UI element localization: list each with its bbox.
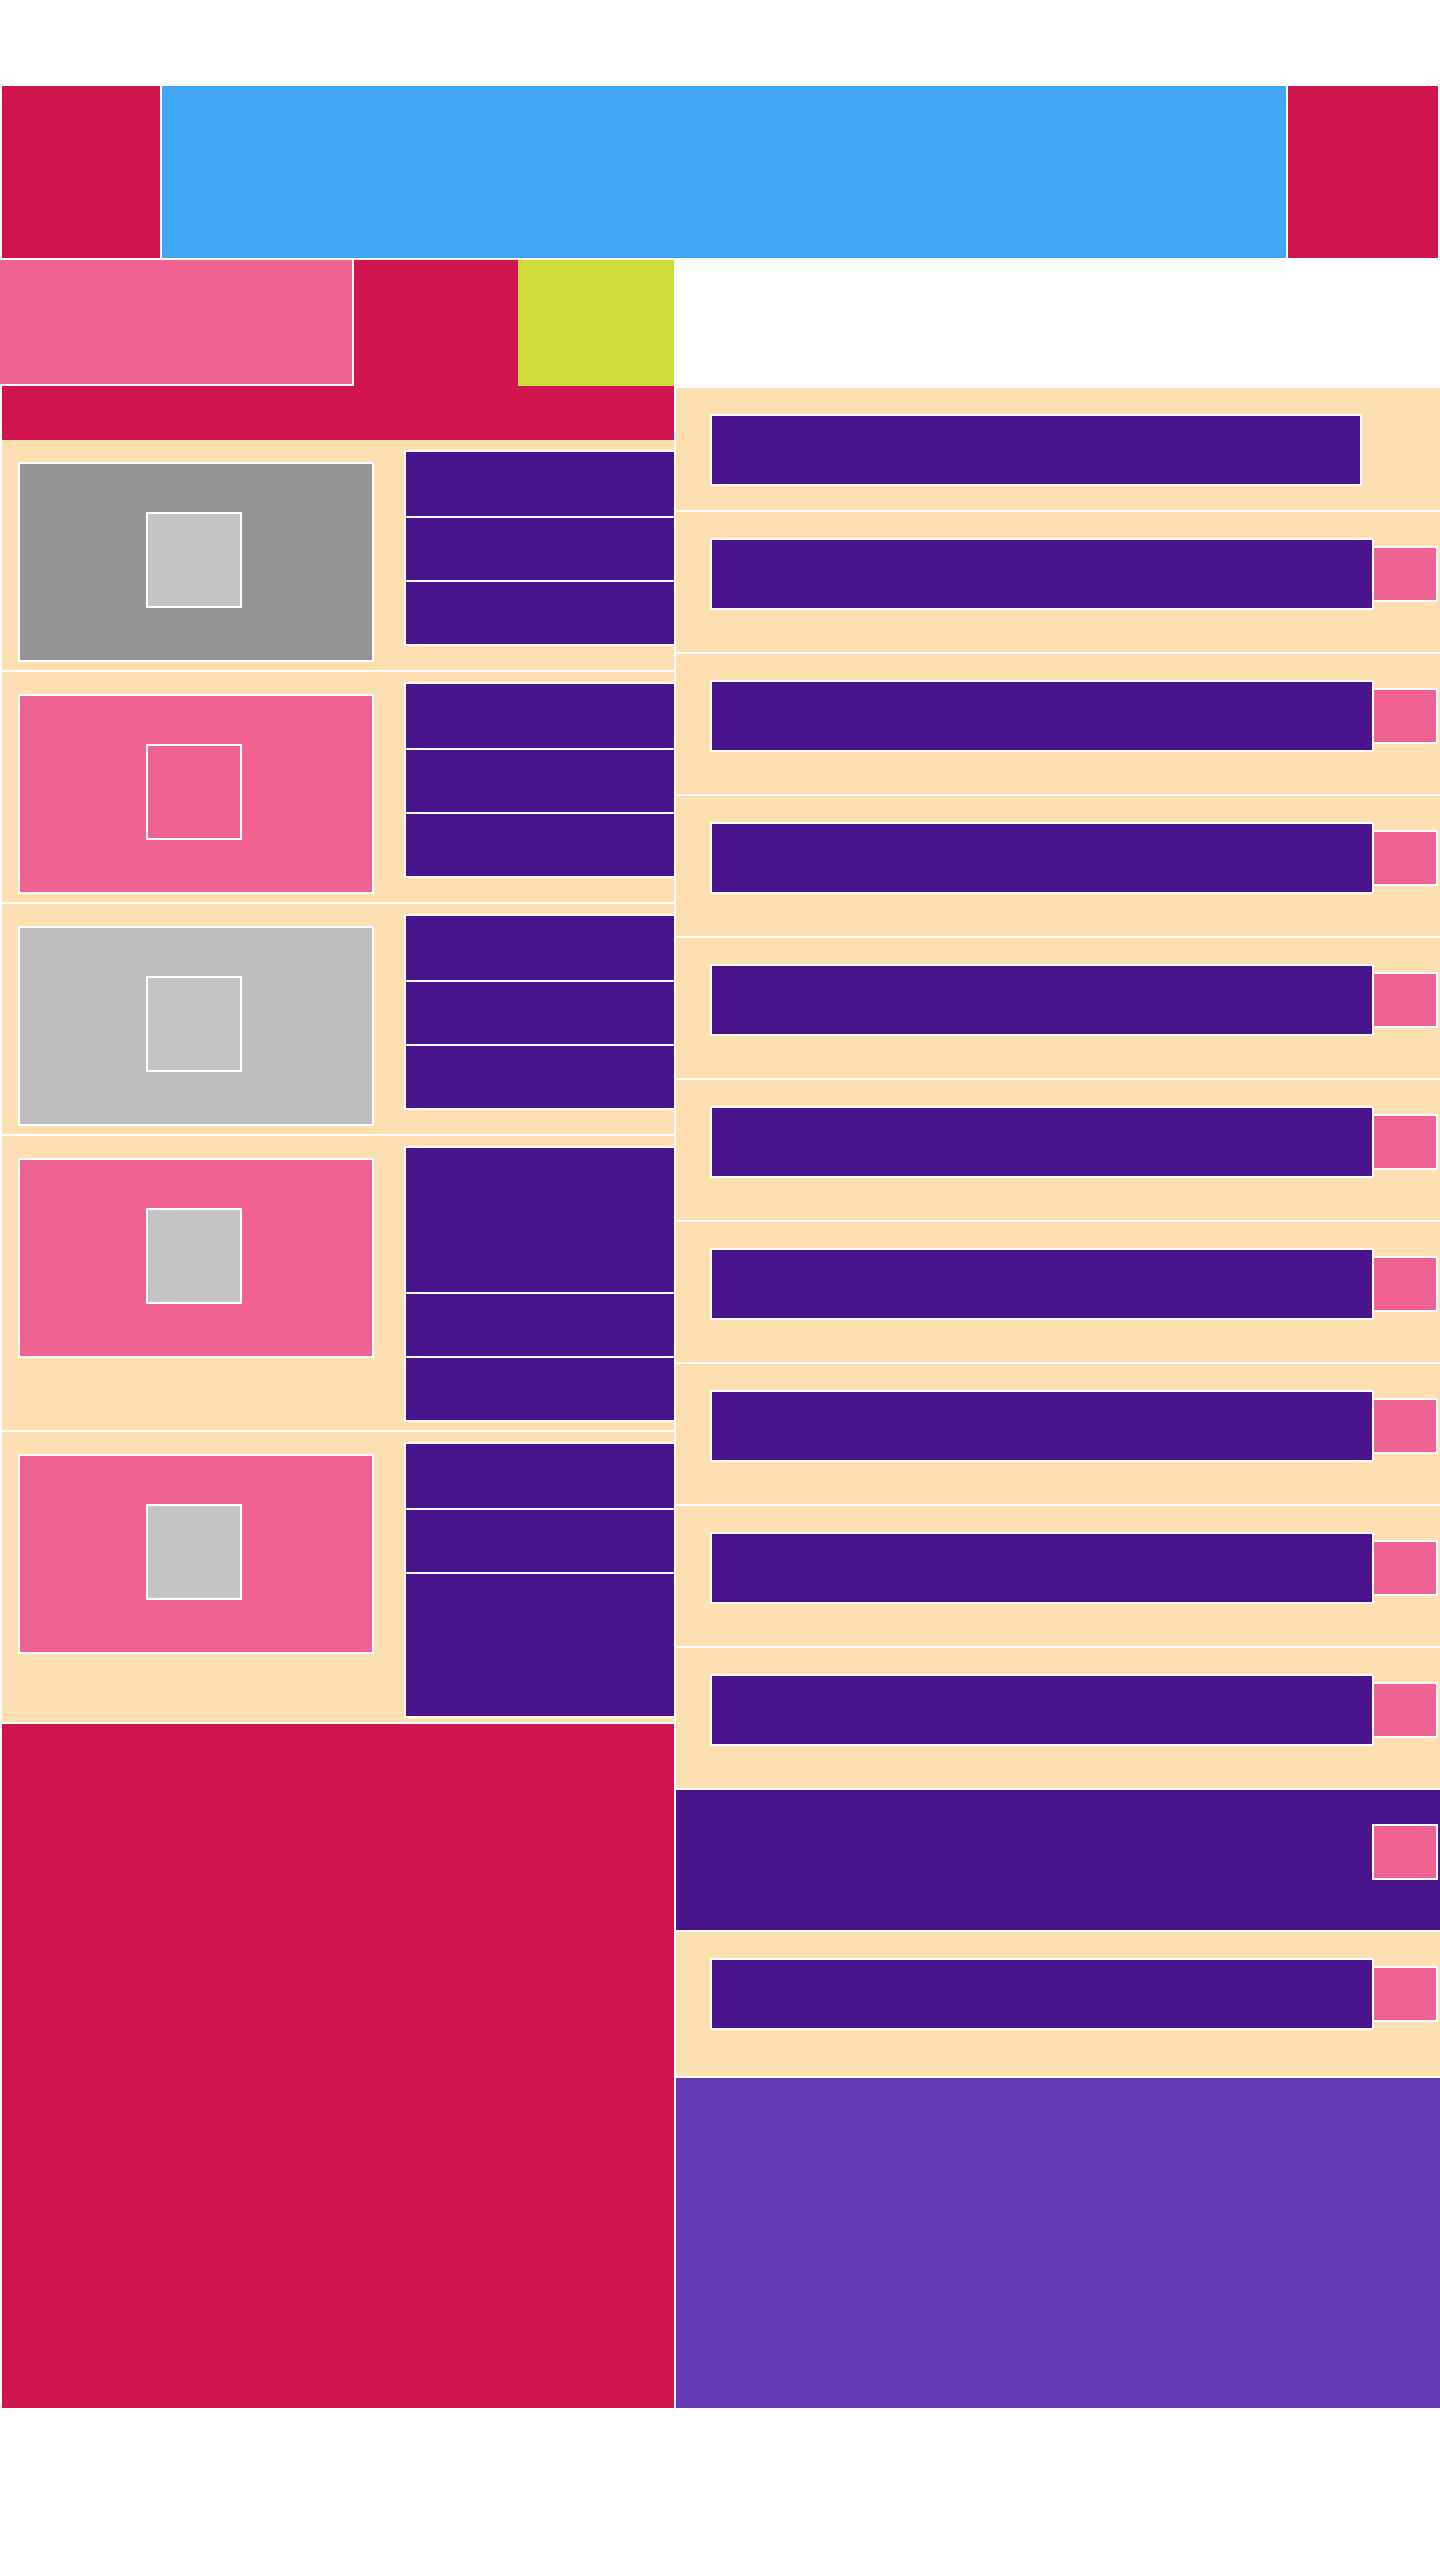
card-5-line-3 (404, 1572, 674, 1718)
list-item-8-text-block (710, 1390, 1374, 1462)
card-4-line-1 (404, 1146, 674, 1294)
list-item-4[interactable] (676, 796, 1440, 938)
list-item-12-text-block (710, 1958, 1374, 2030)
list-item-1-text-block (710, 414, 1362, 486)
card-2-line-2 (404, 748, 674, 814)
list-item-2-text-block (710, 538, 1374, 610)
list-item-4-text-block (710, 822, 1374, 894)
list-item-8-badge[interactable] (1372, 1398, 1438, 1454)
card-1-thumbnail (18, 462, 374, 662)
list-item-9[interactable] (676, 1506, 1440, 1648)
list-item-11-badge[interactable] (1372, 1824, 1438, 1880)
list-item-3[interactable] (676, 654, 1440, 796)
card-3-line-1 (404, 914, 674, 982)
card-4-line-2 (404, 1292, 674, 1358)
card-3[interactable] (2, 904, 674, 1136)
left-footer-panel (2, 1724, 674, 2408)
list-item-4-badge[interactable] (1372, 830, 1438, 886)
image-icon (146, 976, 242, 1072)
overflow-button[interactable] (1288, 86, 1438, 258)
list-item-7-badge[interactable] (1372, 1256, 1438, 1312)
list-item-6-text-block (710, 1106, 1374, 1178)
list-item-2[interactable] (676, 512, 1440, 654)
list-item-7-text-block (710, 1248, 1374, 1320)
image-icon (146, 1504, 242, 1600)
list-item-9-text-block (710, 1532, 1374, 1604)
card-5-line-2 (404, 1508, 674, 1574)
card-5-thumbnail (18, 1454, 374, 1654)
card-2-line-1 (404, 682, 674, 750)
image-icon (146, 1208, 242, 1304)
card-4[interactable] (2, 1136, 674, 1432)
item-list (676, 388, 1440, 2080)
app-bar-title-area (162, 86, 1286, 258)
card-2-thumbnail (18, 694, 374, 894)
list-item-5-badge[interactable] (1372, 972, 1438, 1028)
card-1-line-1 (404, 450, 674, 518)
image-icon (146, 512, 242, 608)
list-item-10[interactable] (676, 1648, 1440, 1790)
list-item-11-selected[interactable] (676, 1790, 1440, 1932)
list-item-12-badge[interactable] (1372, 1966, 1438, 2022)
list-item-5[interactable] (676, 938, 1440, 1080)
card-3-line-3 (404, 1044, 674, 1110)
list-item-3-text-block (710, 680, 1374, 752)
card-1-line-2 (404, 516, 674, 582)
list-item-12[interactable] (676, 1932, 1440, 2076)
card-3-line-2 (404, 980, 674, 1046)
card-2[interactable] (2, 672, 674, 904)
right-footer-panel (676, 2078, 1440, 2408)
list-item-2-badge[interactable] (1372, 546, 1438, 602)
tab-3[interactable] (518, 260, 674, 386)
list-item-9-badge[interactable] (1372, 1540, 1438, 1596)
card-1-line-3 (404, 580, 674, 646)
menu-button[interactable] (2, 86, 160, 258)
menu-icon (2, 86, 160, 258)
list-item-6-badge[interactable] (1372, 1114, 1438, 1170)
tab-2[interactable] (354, 260, 518, 386)
list-item-7[interactable] (676, 1222, 1440, 1364)
page: { "colors": { "primary": "#d1154f", "app… (0, 0, 1440, 2560)
overflow-icon (1288, 86, 1438, 258)
list-item-10-text-block (710, 1674, 1374, 1746)
card-1[interactable] (2, 440, 674, 672)
card-5[interactable] (2, 1432, 674, 1724)
card-4-line-3 (404, 1356, 674, 1422)
tab-indicator-bar (2, 386, 674, 440)
card-5-line-1 (404, 1442, 674, 1510)
list-item-8[interactable] (676, 1364, 1440, 1506)
list-item-5-text-block (710, 964, 1374, 1036)
image-icon (146, 744, 242, 840)
list-item-1[interactable] (676, 388, 1440, 512)
card-3-thumbnail (18, 926, 374, 1126)
card-4-thumbnail (18, 1158, 374, 1358)
tab-1[interactable] (0, 260, 354, 386)
card-2-line-3 (404, 812, 674, 878)
list-item-6[interactable] (676, 1080, 1440, 1222)
list-item-3-badge[interactable] (1372, 688, 1438, 744)
list-item-10-badge[interactable] (1372, 1682, 1438, 1738)
